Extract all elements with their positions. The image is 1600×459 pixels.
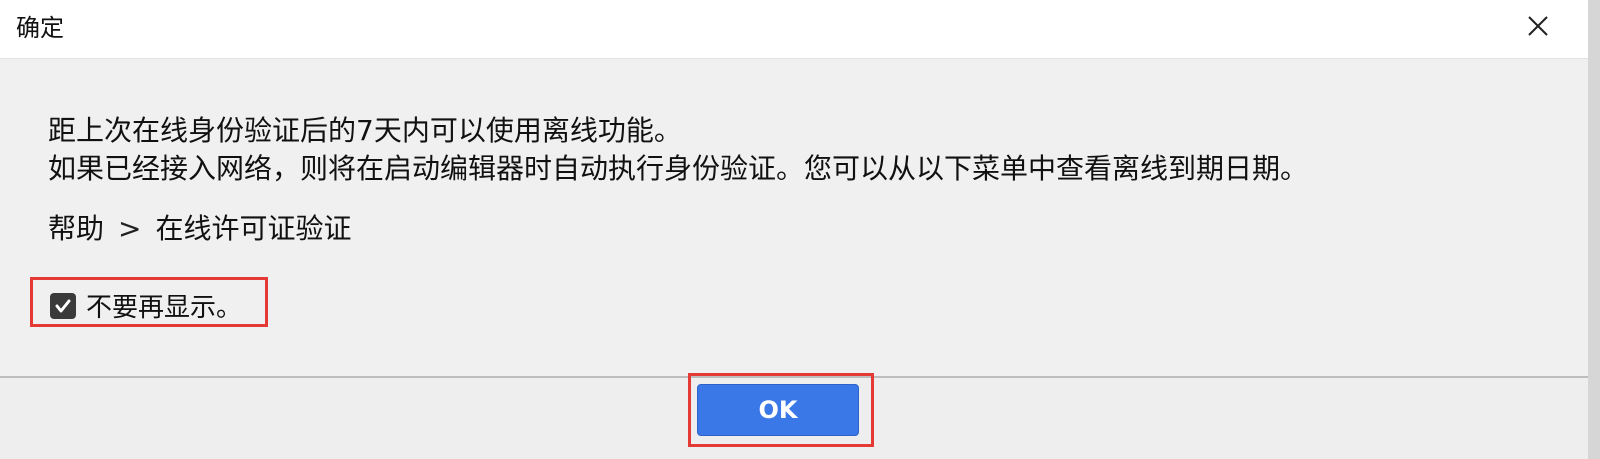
dialog-title: 确定 [16,14,64,42]
menu-path: 帮助 > 在线许可证验证 [48,207,352,247]
checkbox-label: 不要再显示。 [86,293,243,323]
dialog-content: 距上次在线身份验证后的7天内可以使用离线功能。 如果已经接入网络，则将在启动编辑… [0,58,1588,377]
confirm-dialog: 确定 距上次在线身份验证后的7天内可以使用离线功能。 如果已经接入网络，则将在启… [0,0,1600,459]
close-icon [1528,16,1548,36]
checkbox-checked-icon[interactable] [50,292,76,319]
message-line-1: 距上次在线身份验证后的7天内可以使用离线功能。 [48,114,682,147]
menu-path-parent: 帮助 [48,212,105,245]
message-line-2: 如果已经接入网络，则将在启动编辑器时自动执行身份验证。您可以从以下菜单中查看离线… [48,152,1309,185]
dont-show-again-checkbox[interactable]: 不要再显示。 [50,287,242,324]
ok-button[interactable]: OK [697,384,859,436]
menu-path-child: 在线许可证验证 [155,212,352,245]
menu-path-separator: > [118,212,142,245]
window-edge [1588,0,1600,459]
title-bar: 确定 [0,0,1588,58]
close-button[interactable] [1518,6,1558,46]
